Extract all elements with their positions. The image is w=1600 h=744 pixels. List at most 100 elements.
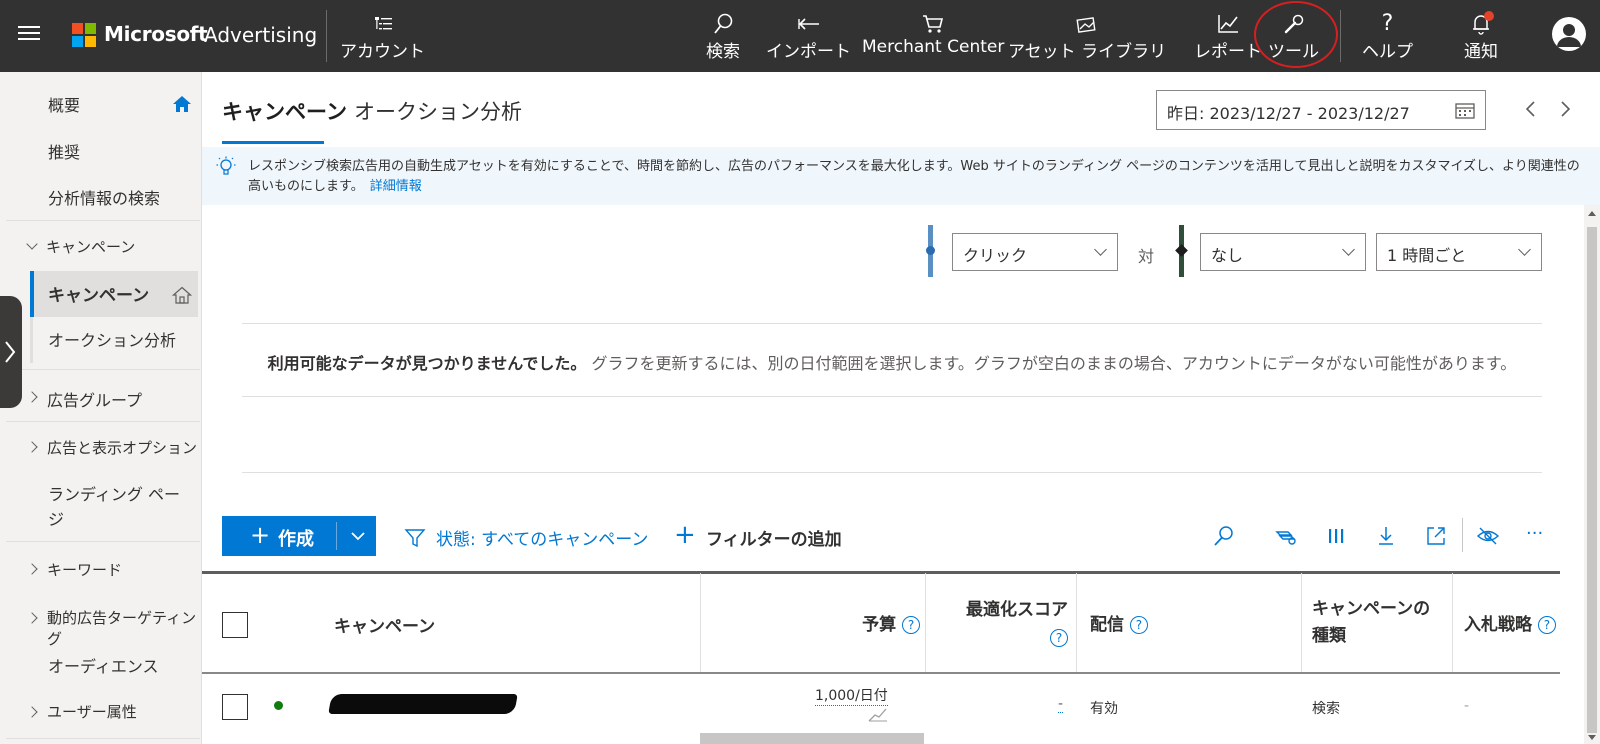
nav-help[interactable]: ? ヘルプ xyxy=(1362,12,1413,63)
nav-account-label: アカウント xyxy=(340,42,425,62)
chevron-down-icon xyxy=(1342,243,1355,256)
metric2-value: なし xyxy=(1211,246,1244,265)
nav-reports[interactable]: レポート xyxy=(1194,12,1262,62)
header-bid: 入札戦略 xyxy=(1464,615,1532,635)
header-campaign[interactable]: キャンペーン xyxy=(334,612,435,637)
header-budget-wrap[interactable]: 予算 ? xyxy=(820,610,920,635)
cart-icon xyxy=(922,12,944,36)
download-icon[interactable] xyxy=(1374,524,1398,548)
date-range-picker[interactable]: 昨日: 2023/12/27 - 2023/12/27 xyxy=(1156,90,1486,130)
metric1-value: クリック xyxy=(963,246,1028,265)
no-data-message: 利用可能なデータが見つかりませんでした。 グラフを更新するには、別の日付範囲を選… xyxy=(242,350,1542,377)
tab-campaigns[interactable]: キャンペーン xyxy=(222,96,347,126)
avatar[interactable] xyxy=(1552,17,1586,51)
nav-import[interactable]: インポート xyxy=(766,12,851,62)
learn-more-link[interactable]: 詳細情報 xyxy=(370,179,422,194)
divider xyxy=(6,220,200,221)
column-separator xyxy=(925,573,926,673)
notification-badge xyxy=(1484,11,1494,21)
chevron-down-icon[interactable] xyxy=(350,526,366,547)
sidebar-item-adgroups[interactable]: 広告グループ xyxy=(47,387,197,411)
redacted-campaign-name xyxy=(328,694,518,714)
scroll-down-arrow-icon[interactable] xyxy=(1588,735,1596,740)
sidebar-item-insights[interactable]: 分析情報の検索 xyxy=(48,185,198,209)
brand-advertising[interactable]: Advertising xyxy=(204,23,317,47)
banner-message: レスポンシブ検索広告用の自動生成アセットを有効にすることで、時間を節約し、広告の… xyxy=(248,157,1588,197)
columns-icon[interactable] xyxy=(1324,524,1348,548)
top-bar: Microsoft Advertising アカウント 検索 インポート Mer… xyxy=(0,0,1600,72)
help-icon[interactable]: ? xyxy=(902,616,920,634)
sidebar-item-auction[interactable]: オークション分析 xyxy=(48,327,198,351)
interval-dropdown[interactable]: 1 時間ごと xyxy=(1376,233,1542,271)
import-arrow-icon xyxy=(797,12,821,36)
filter-icon xyxy=(404,527,426,553)
type-value: 検索 xyxy=(1312,701,1340,717)
sidebar-item-recommendations[interactable]: 推奨 xyxy=(48,139,198,163)
search-icon[interactable] xyxy=(1212,524,1236,548)
sidebar-item-label: 広告グループ xyxy=(47,391,143,410)
help-icon[interactable]: ? xyxy=(1050,629,1068,647)
expand-icon[interactable] xyxy=(1424,524,1448,548)
active-tab-underline xyxy=(222,141,324,144)
status-filter-link[interactable]: 状態: すべてのキャンペーン xyxy=(436,525,648,550)
sidebar-expand-toggle[interactable] xyxy=(0,296,22,408)
nav-asset-library[interactable]: アセット ライブラリ xyxy=(1008,12,1166,62)
sidebar-item-label: 動的広告ターゲティング xyxy=(47,609,197,648)
horizontal-scrollbar[interactable] xyxy=(700,733,924,744)
scrollbar-thumb[interactable] xyxy=(1587,227,1597,733)
tab-auction-insights[interactable]: オークション分析 xyxy=(354,96,522,126)
hamburger-menu-icon[interactable] xyxy=(18,26,40,42)
header-type[interactable]: キャンペーンの種類 xyxy=(1312,596,1444,650)
more-options-icon[interactable]: ··· xyxy=(1526,524,1550,548)
create-button[interactable]: + 作成 xyxy=(222,516,376,556)
metric1-dropdown[interactable]: クリック xyxy=(952,233,1118,271)
row-checkbox[interactable] xyxy=(222,694,248,720)
sidebar-group-campaigns[interactable]: キャンペーン xyxy=(46,236,196,257)
nav-merchant-center[interactable]: Merchant Center xyxy=(862,12,1004,62)
home-outline-icon[interactable] xyxy=(171,286,193,308)
segment-icon[interactable] xyxy=(1274,524,1298,548)
sidebar-item-landing[interactable]: ランディング ページ xyxy=(48,482,188,532)
scroll-up-arrow-icon[interactable] xyxy=(1588,211,1596,216)
header-opt-score-wrap[interactable]: 最適化スコア ? xyxy=(946,596,1068,652)
divider xyxy=(336,522,337,550)
metric2-dropdown[interactable]: なし xyxy=(1200,233,1366,271)
brand-microsoft[interactable]: Microsoft xyxy=(104,22,208,46)
sidebar-item-label: オーディエンス xyxy=(48,657,159,676)
divider xyxy=(6,421,200,422)
info-banner: レスポンシブ検索広告用の自動生成アセットを有効にすることで、時間を節約し、広告の… xyxy=(202,147,1600,205)
interval-value: 1 時間ごと xyxy=(1387,246,1467,265)
header-bid-wrap[interactable]: 入札戦略 ? xyxy=(1464,610,1556,635)
column-separator xyxy=(1301,573,1302,673)
sidebar-item-keywords[interactable]: キーワード xyxy=(47,559,197,580)
nav-import-label: インポート xyxy=(766,42,851,62)
nav-account[interactable]: アカウント xyxy=(340,12,425,62)
chevron-right-icon xyxy=(5,341,16,363)
divider xyxy=(1462,518,1463,552)
sidebar-item-dsa[interactable]: 動的広告ターゲティング xyxy=(47,607,202,649)
date-next-chevron-icon[interactable] xyxy=(1560,100,1572,122)
budget-chart-icon[interactable] xyxy=(868,706,888,726)
sidebar-item-label: ユーザー属性 xyxy=(47,703,137,721)
sidebar-item-ads[interactable]: 広告と表示オプション xyxy=(47,437,197,458)
hide-eye-icon[interactable] xyxy=(1476,524,1500,548)
tools-highlight-circle xyxy=(1254,1,1338,68)
help-icon[interactable]: ? xyxy=(1129,616,1148,634)
sidebar-item-audiences[interactable]: オーディエンス xyxy=(48,653,198,677)
sidebar-item-demographics[interactable]: ユーザー属性 xyxy=(47,701,197,722)
sidebar-item-label: 広告と表示オプション xyxy=(47,439,198,457)
nav-notifications[interactable]: 通知 xyxy=(1464,12,1498,62)
help-icon[interactable]: ? xyxy=(1537,616,1556,634)
date-prev-chevron-icon[interactable] xyxy=(1524,100,1536,122)
add-filter-button[interactable]: フィルターの追加 xyxy=(706,525,842,550)
sidebar-item-campaigns-label-wrap: キャンペーン xyxy=(48,281,168,306)
nav-tree-line xyxy=(30,317,33,363)
opt-score-value[interactable]: - xyxy=(1058,696,1064,713)
sidebar-item-label: ランディング ページ xyxy=(48,485,180,529)
nav-search[interactable]: 検索 xyxy=(706,12,740,62)
budget-value[interactable]: 1,000/日付 xyxy=(815,685,888,706)
delivery-value: 有効 xyxy=(1090,701,1118,717)
header-delivery-wrap[interactable]: 配信 ? xyxy=(1090,610,1148,635)
select-all-checkbox[interactable] xyxy=(222,612,248,638)
vertical-scrollbar[interactable] xyxy=(1584,205,1600,744)
